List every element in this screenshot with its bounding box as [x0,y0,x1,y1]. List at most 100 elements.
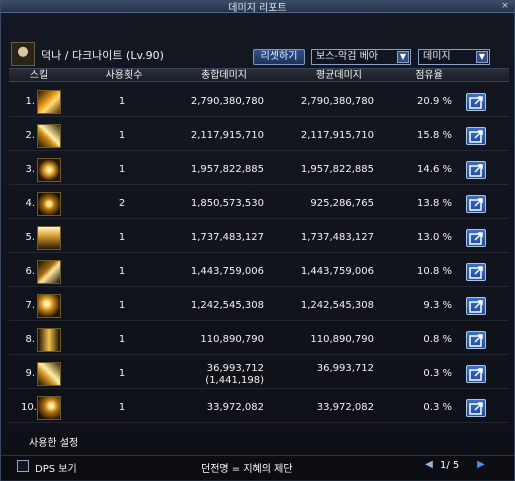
table-row: 4. 2 1,850,573,530 925,286,765 13.8 % [9,189,509,219]
report-header: 덕나 / 다크나이트 (Lv.90) 리셋하기 보스-악검 베아 ▼ 데미지 ▼ [1,14,514,66]
damage-report-window: 데미지 리포트 × 덕나 / 다크나이트 (Lv.90) 리셋하기 보스-악검 … [0,0,515,481]
reset-button[interactable]: 리셋하기 [253,49,305,65]
row-count: 1 [118,266,126,277]
row-count: 2 [118,198,126,209]
metric-select-value: 데미지 [423,51,451,62]
share-icon [469,402,483,415]
row-count: 1 [118,300,126,311]
table-row: 8. 1 110,890,790 110,890,790 0.8 % [9,325,509,355]
page-indicator: 1/ 5 [440,460,460,471]
share-icon [469,334,483,347]
row-avg: 110,890,790 [310,334,374,345]
row-share: 10.8 % [417,266,452,277]
row-total-sub: (1,441,198) [205,375,264,386]
row-total: 2,117,915,710 [190,130,264,141]
row-avg: 925,286,765 [310,198,374,209]
row-rank: 10. [21,402,37,413]
row-avg: 1,443,759,006 [300,266,374,277]
row-avg: 36,993,712 [316,363,374,374]
header-total: 총합데미지 [201,70,247,81]
row-total: 1,957,822,885 [190,164,264,175]
dps-checkbox[interactable] [17,460,29,472]
row-count: 1 [118,334,126,345]
target-select-value: 보스-악검 베아 [316,51,378,62]
character-name: 덕나 / 다크나이트 (Lv.90) [41,49,164,62]
row-avg: 2,790,380,780 [300,96,374,107]
header-avg: 평균데미지 [316,70,362,81]
row-count: 1 [118,164,126,175]
row-total: 1,242,545,308 [190,300,264,311]
header-share: 점유율 [415,70,443,81]
share-icon [469,266,483,279]
row-share: 9.3 % [423,300,452,311]
fire-slash-icon [37,90,61,114]
page-prev-icon[interactable]: ◀ [423,459,435,471]
row-rank: 7. [25,300,35,311]
lightning-slash-icon [37,124,61,148]
table-row: 10. 1 33,972,082 33,972,082 0.3 % [9,393,509,423]
window-title: 데미지 리포트 [228,3,287,14]
row-avg: 1,737,483,127 [300,232,374,243]
row-share: 13.0 % [417,232,452,243]
share-button[interactable] [466,297,486,315]
row-total: 36,993,712 (1,441,198) [179,363,264,387]
table-row: 3. 1 1,957,822,885 1,957,822,885 14.6 % [9,155,509,185]
row-count: 1 [118,96,126,107]
avatar [11,42,35,66]
row-total: 2,790,380,780 [190,96,264,107]
row-share: 20.9 % [417,96,452,107]
row-share: 0.3 % [423,368,452,379]
share-icon [469,130,483,143]
dungeon-name: 던전명 = 지혜의 제단 [201,464,293,475]
settings-label[interactable]: 사용한 설정 [29,434,78,449]
table-header: 스킬 사용횟수 총합데미지 평균데미지 점유율 [9,68,509,82]
table-row: 2. 1 2,117,915,710 2,117,915,710 15.8 % [9,121,509,151]
share-button[interactable] [466,399,486,417]
dragon-slash-icon [37,362,61,386]
header-skill: 스킬 [29,70,49,81]
page-next-icon[interactable]: ▶ [475,459,487,471]
row-total: 1,443,759,006 [190,266,264,277]
share-button[interactable] [466,229,486,247]
share-button[interactable] [466,365,486,383]
share-button[interactable] [466,263,486,281]
row-avg: 2,117,915,710 [300,130,374,141]
share-icon [469,96,483,109]
share-button[interactable] [466,161,486,179]
row-total: 33,972,082 [206,402,264,413]
target-select[interactable]: 보스-악검 베아 ▼ [311,49,411,65]
chevron-down-icon[interactable]: ▼ [397,51,409,63]
share-button[interactable] [466,195,486,213]
table-row: 5. 1 1,737,483,127 1,737,483,127 13.0 % [9,223,509,253]
title-bar[interactable]: 데미지 리포트 × [1,1,514,14]
share-button[interactable] [466,127,486,145]
close-icon[interactable]: × [500,2,510,12]
header-count: 사용횟수 [105,70,143,81]
dps-label: DPS 보기 [35,464,77,475]
row-avg: 1,957,822,885 [300,164,374,175]
row-count: 1 [118,130,126,141]
share-button[interactable] [466,331,486,349]
row-total: 1,850,573,530 [190,198,264,209]
row-share: 13.8 % [417,198,452,209]
share-icon [469,232,483,245]
row-share: 0.8 % [423,334,452,345]
chevron-down-icon[interactable]: ▼ [476,51,488,63]
report-footer: 사용한 설정 DPS 보기 던전명 = 지혜의 제단 ◀ 1/ 5 ▶ [1,431,514,481]
share-button[interactable] [466,93,486,111]
row-rank: 8. [25,334,35,345]
row-rank: 1. [25,96,35,107]
table-row: 6. 1 1,443,759,006 1,443,759,006 10.8 % [9,257,509,287]
row-share: 14.6 % [417,164,452,175]
table-row: 7. 1 1,242,545,308 1,242,545,308 9.3 % [9,291,509,321]
row-rank: 9. [25,368,35,379]
sword-rise-icon [37,226,61,250]
row-share: 15.8 % [417,130,452,141]
share-icon [469,300,483,313]
share-icon [469,198,483,211]
row-avg: 1,242,545,308 [300,300,374,311]
row-rank: 5. [25,232,35,243]
row-count: 1 [118,368,126,379]
sword-thrust-icon [37,260,61,284]
metric-select[interactable]: 데미지 ▼ [418,49,490,65]
